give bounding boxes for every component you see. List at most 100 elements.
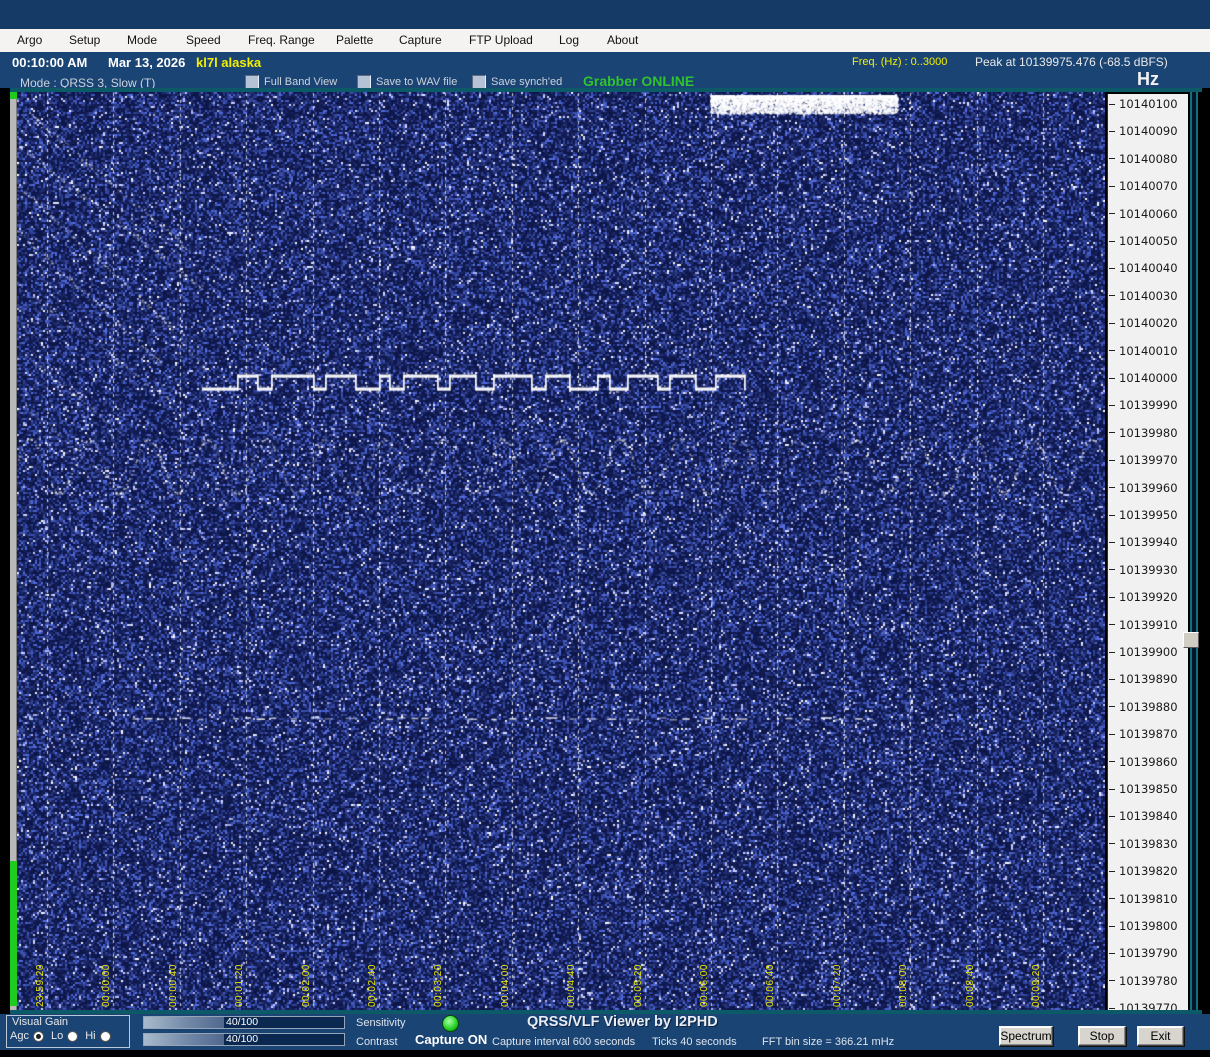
menu-item-freq-range[interactable]: Freq. Range bbox=[244, 29, 319, 52]
freq-label: 10139940 bbox=[1109, 535, 1187, 549]
freq-label: 10139820 bbox=[1109, 864, 1187, 878]
freq-label: 10139780 bbox=[1109, 974, 1187, 988]
spectrum-button[interactable]: Spectrum bbox=[999, 1026, 1053, 1046]
peak-readout: Peak at 10139975.476 (-68.5 dBFS) bbox=[975, 55, 1168, 69]
contrast-value: 40/100 bbox=[226, 1033, 259, 1045]
stop-button[interactable]: Stop bbox=[1078, 1026, 1126, 1046]
menu-item-speed[interactable]: Speed bbox=[182, 29, 225, 52]
visual-gain-label: Visual Gain bbox=[12, 1016, 69, 1028]
freq-tick bbox=[1109, 1007, 1115, 1009]
freq-tick bbox=[1109, 761, 1115, 763]
freq-tick bbox=[1109, 432, 1115, 434]
freq-tick bbox=[1109, 596, 1115, 598]
menu-item-capture[interactable]: Capture bbox=[395, 29, 446, 52]
freq-label: 10140020 bbox=[1109, 316, 1187, 330]
freq-tick bbox=[1109, 185, 1115, 187]
freq-label: 10139860 bbox=[1109, 755, 1187, 769]
freq-tick bbox=[1109, 733, 1115, 735]
radio-label: Hi bbox=[85, 1030, 96, 1042]
checkbox-save-to-wav-file[interactable]: Save to WAV file bbox=[357, 75, 457, 89]
checkbox-label: Save to WAV file bbox=[376, 76, 458, 88]
freq-tick bbox=[1109, 350, 1115, 352]
freq-label: 10139900 bbox=[1109, 645, 1187, 659]
freq-tick bbox=[1109, 404, 1115, 406]
freq-tick bbox=[1109, 788, 1115, 790]
radio-circle[interactable] bbox=[99, 1030, 111, 1042]
freq-label: 10139920 bbox=[1109, 590, 1187, 604]
freq-tick bbox=[1109, 815, 1115, 817]
menu-item-setup[interactable]: Setup bbox=[65, 29, 104, 52]
radio-label: Lo bbox=[50, 1030, 64, 1042]
radio-label: Agc bbox=[10, 1030, 29, 1042]
freq-tick bbox=[1109, 514, 1115, 516]
radio-hi[interactable]: Hi bbox=[85, 1030, 111, 1042]
freq-tick bbox=[1109, 459, 1115, 461]
freq-label: 10140050 bbox=[1109, 234, 1187, 248]
menu-item-ftp-upload[interactable]: FTP Upload bbox=[465, 29, 537, 52]
freq-tick bbox=[1109, 103, 1115, 105]
frequency-scrollbar-track[interactable] bbox=[1190, 92, 1198, 1010]
progress-elapsed bbox=[10, 861, 17, 1006]
callsign-label: kl7l alaska bbox=[196, 55, 262, 70]
sensitivity-slider-fill bbox=[144, 1017, 224, 1028]
menu-bar: Argo Setup Mode Speed Freq. Range Palette Capt… bbox=[0, 29, 1210, 53]
window-title-strip bbox=[0, 0, 1210, 29]
freq-tick bbox=[1109, 651, 1115, 653]
freq-label: 10139890 bbox=[1109, 672, 1187, 686]
current-time: 00:10:00 AM bbox=[12, 55, 88, 70]
freq-label: 10139880 bbox=[1109, 700, 1187, 714]
freq-tick bbox=[1109, 569, 1115, 571]
checkbox-save-synch-ed[interactable]: Save synch'ed bbox=[472, 75, 562, 89]
contrast-slider[interactable]: 40/100 bbox=[143, 1033, 345, 1046]
capture-status: Capture ON bbox=[415, 1032, 488, 1047]
freq-tick bbox=[1109, 322, 1115, 324]
visual-gain-radios: Agc Lo Hi bbox=[10, 1030, 111, 1042]
menu-item-palette[interactable]: Palette bbox=[332, 29, 377, 52]
freq-label: 10140080 bbox=[1109, 152, 1187, 166]
freq-label: 10140060 bbox=[1109, 207, 1187, 221]
sensitivity-value: 40/100 bbox=[226, 1016, 259, 1028]
radio-circle[interactable] bbox=[67, 1030, 79, 1042]
waterfall-canvas[interactable] bbox=[17, 92, 1105, 1013]
freq-label: 10139960 bbox=[1109, 481, 1187, 495]
freq-tick bbox=[1109, 158, 1115, 160]
freq-label: 10139790 bbox=[1109, 946, 1187, 960]
argo-window: Argo Setup Mode Speed Freq. Range Palette Capt… bbox=[0, 0, 1210, 1057]
contrast-label: Contrast bbox=[356, 1036, 398, 1048]
frequency-scale: 10140100 10140090 10140080 10140070 10140060… bbox=[1107, 94, 1188, 1015]
freq-tick bbox=[1109, 267, 1115, 269]
freq-label: 10139990 bbox=[1109, 398, 1187, 412]
radio-lo[interactable]: Lo bbox=[50, 1030, 79, 1042]
radio-circle[interactable] bbox=[32, 1030, 44, 1042]
fft-bin-label: FFT bin size = 366.21 mHz bbox=[762, 1036, 895, 1048]
checkbox-box[interactable] bbox=[245, 75, 259, 89]
frequency-scrollbar-handle[interactable] bbox=[1183, 632, 1199, 648]
menu-item-log[interactable]: Log bbox=[555, 29, 583, 52]
freq-label: 10139930 bbox=[1109, 563, 1187, 577]
menu-item-mode[interactable]: Mode bbox=[123, 29, 161, 52]
freq-label: 10139850 bbox=[1109, 782, 1187, 796]
sensitivity-label: Sensitivity bbox=[356, 1017, 406, 1029]
freq-tick bbox=[1109, 678, 1115, 680]
radio-agc[interactable]: Agc bbox=[10, 1030, 44, 1042]
checkbox-box[interactable] bbox=[472, 75, 486, 89]
freq-tick bbox=[1109, 130, 1115, 132]
checkbox-full-band-view[interactable]: Full Band View bbox=[245, 75, 337, 89]
freq-tick bbox=[1109, 925, 1115, 927]
window-bottom-strip bbox=[0, 1050, 1210, 1057]
menu-item-about[interactable]: About bbox=[603, 29, 642, 52]
freq-label: 10139870 bbox=[1109, 727, 1187, 741]
capture-progress-bar bbox=[10, 92, 17, 1013]
freq-label: 10139970 bbox=[1109, 453, 1187, 467]
freq-label: 10140070 bbox=[1109, 179, 1187, 193]
checkbox-box[interactable] bbox=[357, 75, 371, 89]
sensitivity-slider[interactable]: 40/100 bbox=[143, 1016, 345, 1029]
grabber-status: Grabber ONLINE bbox=[583, 73, 695, 89]
freq-label: 10139830 bbox=[1109, 837, 1187, 851]
menu-item-argo[interactable]: Argo bbox=[13, 29, 46, 52]
freq-label: 10140100 bbox=[1109, 97, 1187, 111]
exit-button[interactable]: Exit bbox=[1137, 1026, 1184, 1046]
freq-label: 10140040 bbox=[1109, 261, 1187, 275]
capture-interval-label: Capture interval 600 seconds bbox=[492, 1036, 636, 1048]
freq-tick bbox=[1109, 952, 1115, 954]
